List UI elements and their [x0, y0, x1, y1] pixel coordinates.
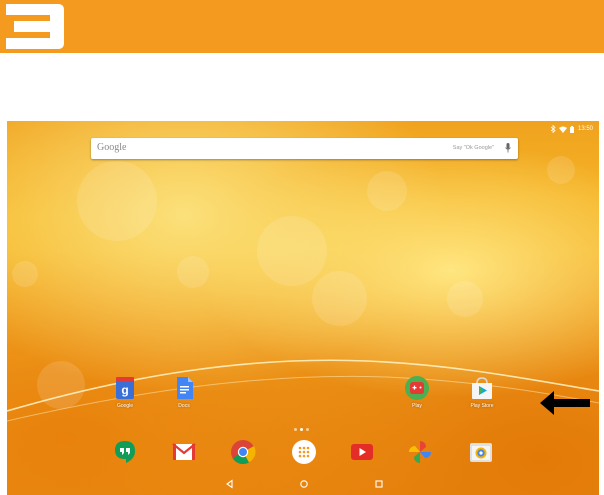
page-dot [306, 428, 309, 431]
app-label: Play [412, 403, 422, 409]
wifi-icon [558, 126, 567, 133]
play-store-icon [472, 377, 492, 399]
chrome-icon[interactable] [230, 439, 256, 465]
status-bar: 13:50 [550, 124, 593, 134]
docs-icon [177, 377, 193, 399]
page-indicator [294, 428, 309, 431]
app-google[interactable]: g Google [105, 375, 145, 409]
app-label: Play Store [470, 403, 494, 409]
svg-text:g: g [121, 383, 128, 397]
bluetooth-icon [550, 125, 556, 133]
battery-icon [569, 125, 574, 133]
google-icon: g [116, 377, 134, 399]
app-docs[interactable]: Docs [164, 375, 204, 409]
camera-icon[interactable] [468, 439, 494, 465]
home-icon[interactable] [298, 478, 310, 490]
photos-icon[interactable] [407, 439, 433, 465]
app-label: Google [116, 403, 134, 409]
all-apps-icon[interactable] [291, 439, 317, 465]
page-dot-active [300, 428, 303, 431]
app-label: Docs [178, 403, 190, 409]
mic-icon[interactable] [505, 143, 511, 153]
status-time: 13:50 [577, 126, 593, 132]
arrow-left-icon [540, 391, 590, 415]
back-icon[interactable] [224, 478, 236, 490]
step-banner [0, 0, 604, 53]
recents-icon[interactable] [373, 478, 385, 490]
page-dot [294, 428, 297, 431]
hangouts-icon[interactable] [112, 439, 138, 465]
app-play-games[interactable]: Play [397, 375, 437, 409]
tablet-home-screen: 13:50 Google Say "Ok Google" g Google Do… [7, 121, 599, 495]
play-games-icon [405, 376, 429, 400]
app-play-store[interactable]: Play Store [462, 375, 502, 409]
voice-search-hint: Say "Ok Google" [452, 145, 494, 151]
google-logo-text: Google [97, 142, 127, 153]
youtube-icon[interactable] [349, 439, 375, 465]
step-number-3 [6, 4, 64, 49]
google-search-bar[interactable]: Google Say "Ok Google" [91, 138, 518, 159]
gmail-icon[interactable] [171, 439, 197, 465]
